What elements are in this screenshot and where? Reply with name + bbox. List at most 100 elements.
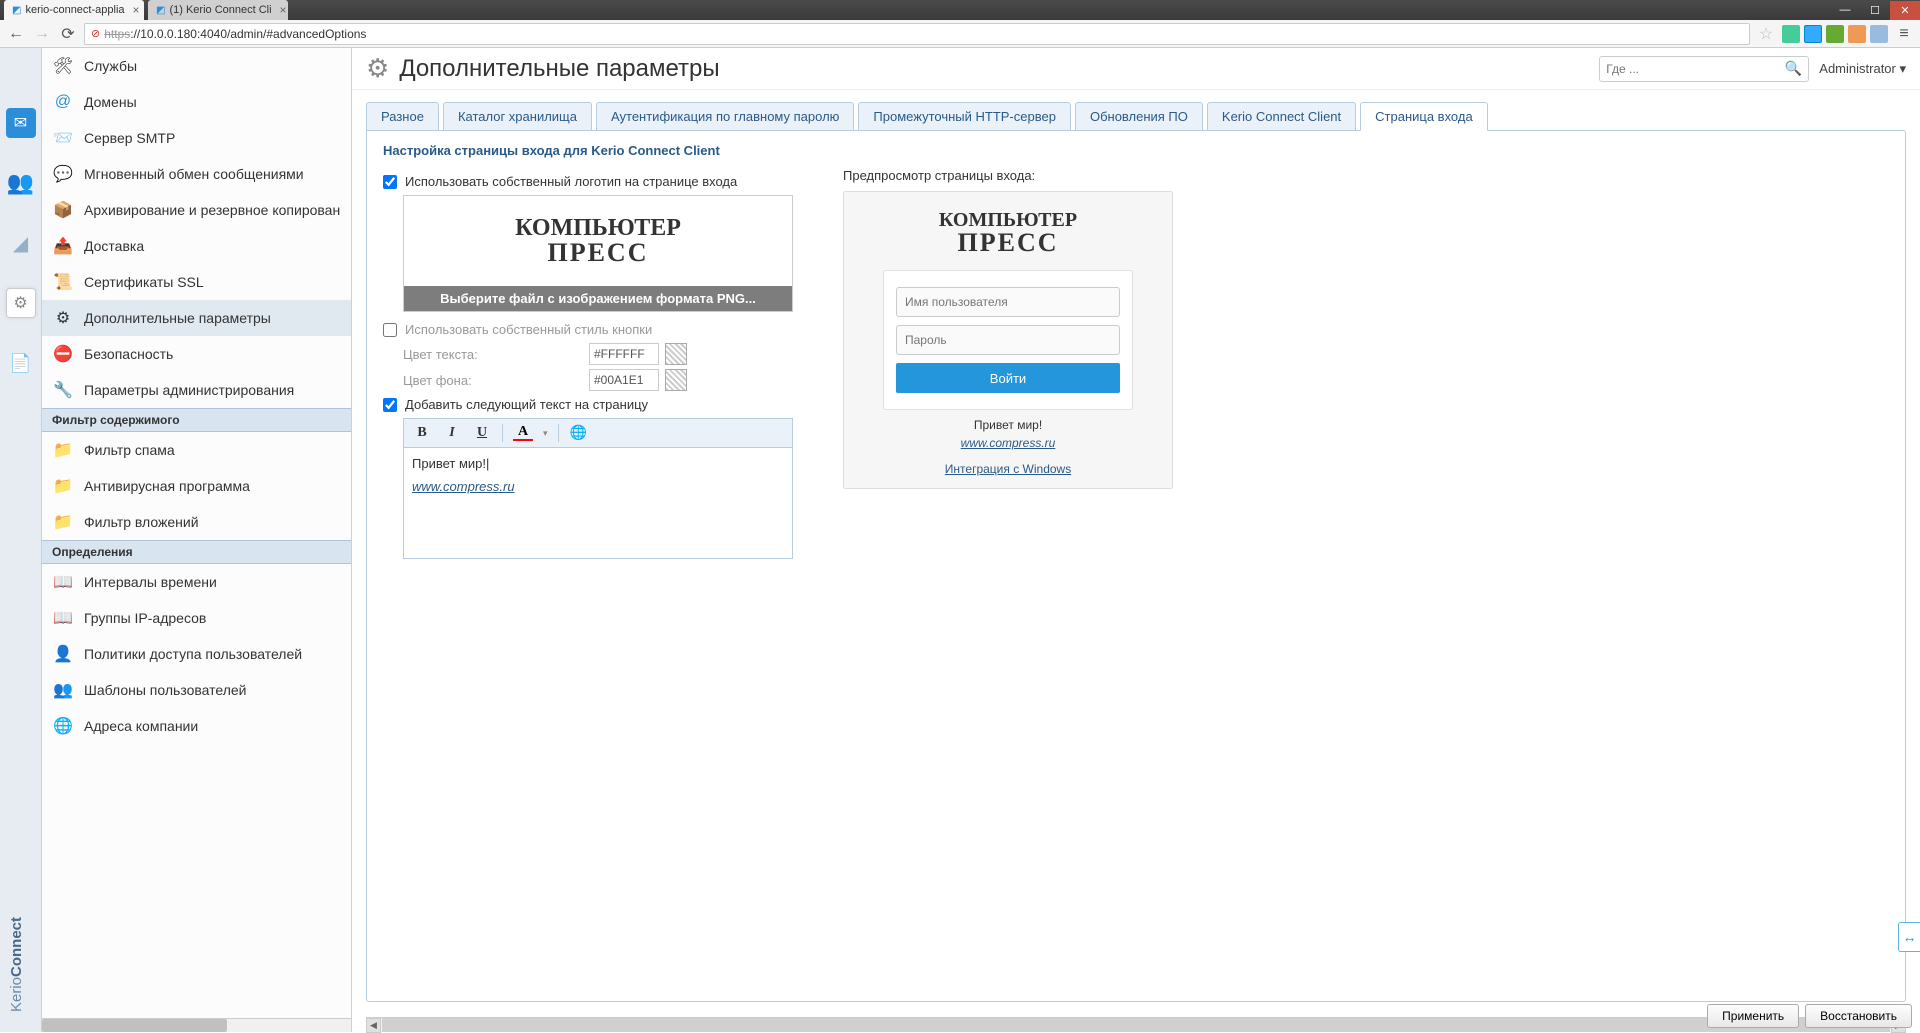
label-add-text: Добавить следующий текст на страницу <box>405 397 648 412</box>
spam-icon: 📁 <box>52 440 74 460</box>
sidebar-item-advanced[interactable]: ⚙Дополнительные параметры <box>42 300 351 336</box>
preview-link: www.compress.ru <box>844 436 1172 450</box>
extension-icon[interactable] <box>1782 25 1800 43</box>
preview-logo: КОМПЬЮТЕРПРЕСС <box>844 210 1172 256</box>
tab-storage[interactable]: Каталог хранилища <box>443 102 592 131</box>
sidebar-item-time[interactable]: 📖Интервалы времени <box>42 564 351 600</box>
horizontal-scrollbar[interactable]: ◀ ▶ <box>366 1017 1906 1032</box>
gear-icon: ⚙ <box>52 308 74 328</box>
url-input[interactable]: ⊘ https://10.0.0.180:4040/admin/#advance… <box>84 23 1750 45</box>
note-icon[interactable]: 📄 <box>6 348 36 378</box>
teamviewer-icon[interactable]: ↔ <box>1898 922 1920 952</box>
gear-icon: ⚙ <box>366 53 389 84</box>
extension-icon[interactable] <box>1848 25 1866 43</box>
preview-login-form: Войти <box>883 270 1133 410</box>
text-color-input[interactable] <box>589 343 659 365</box>
tab-misc[interactable]: Разное <box>366 102 439 131</box>
sidebar-item-attachment[interactable]: 📁Фильтр вложений <box>42 504 351 540</box>
label-use-logo: Использовать собственный логотип на стра… <box>405 174 737 189</box>
extension-icon[interactable] <box>1804 25 1822 43</box>
sidebar-item-domains[interactable]: @Домены <box>42 84 351 120</box>
tab-updates[interactable]: Обновления ПО <box>1075 102 1203 131</box>
tab-client[interactable]: Kerio Connect Client <box>1207 102 1356 131</box>
sidebar-item-archive[interactable]: 📦Архивирование и резервное копирован <box>42 192 351 228</box>
tab-auth[interactable]: Аутентификация по главному паролю <box>596 102 854 131</box>
preview-card: КОМПЬЮТЕРПРЕСС Войти Привет мир! www.com… <box>843 191 1173 489</box>
sidebar-item-ssl[interactable]: 📜Сертификаты SSL <box>42 264 351 300</box>
mail-icon[interactable]: ✉ <box>6 108 36 138</box>
text-color-button[interactable]: A <box>513 425 533 441</box>
panel: Настройка страницы входа для Kerio Conne… <box>366 130 1906 1002</box>
dropdown-icon[interactable]: ▾ <box>543 428 548 439</box>
tab-http[interactable]: Промежуточный HTTP-сервер <box>858 102 1071 131</box>
sidebar-item-delivery[interactable]: 📤Доставка <box>42 228 351 264</box>
close-button[interactable]: ✕ <box>1890 1 1920 20</box>
stats-icon[interactable]: ◢ <box>6 228 36 258</box>
search-icon[interactable]: 🔍 <box>1785 60 1802 77</box>
preview-greeting: Привет мир! <box>844 418 1172 432</box>
smtp-icon: 📨 <box>52 128 74 148</box>
browser-tab[interactable]: ◩ (1) Kerio Connect Cli × <box>148 0 288 20</box>
sidebar-item-company[interactable]: 🌐Адреса компании <box>42 708 351 744</box>
tabs: Разное Каталог хранилища Аутентификация … <box>352 90 1920 131</box>
tab-login[interactable]: Страница входа <box>1360 102 1488 131</box>
bg-color-input[interactable] <box>589 369 659 391</box>
checkbox-add-text[interactable] <box>383 398 397 412</box>
editor-content[interactable]: Привет мир! www.compress.ru <box>404 448 792 558</box>
italic-button[interactable]: I <box>442 423 462 443</box>
checkbox-use-style[interactable] <box>383 323 397 337</box>
checkbox-use-logo[interactable] <box>383 175 397 189</box>
apply-button[interactable]: Применить <box>1707 1004 1799 1028</box>
attachment-icon: 📁 <box>52 512 74 532</box>
restore-button[interactable]: Восстановить <box>1805 1004 1912 1028</box>
sidebar-scrollbar[interactable] <box>42 1018 351 1032</box>
menu-icon[interactable]: ≡ <box>1894 24 1914 44</box>
search-input[interactable] <box>1606 62 1785 76</box>
scroll-left-icon[interactable]: ◀ <box>366 1018 381 1033</box>
page-title: Дополнительные параметры <box>399 55 1589 83</box>
sidebar-item-admin[interactable]: 🔧Параметры администрирования <box>42 372 351 408</box>
search-box[interactable]: 🔍 <box>1599 56 1809 82</box>
label-use-style: Использовать собственный стиль кнопки <box>405 322 652 337</box>
preview-username <box>896 287 1120 317</box>
select-file-button[interactable]: Выберите файл с изображением формата PNG… <box>404 286 792 311</box>
sidebar-item-antivirus[interactable]: 📁Антивирусная программа <box>42 468 351 504</box>
maximize-button[interactable]: ☐ <box>1860 1 1890 20</box>
admin-icon: 🔧 <box>52 380 74 400</box>
forward-button[interactable]: → <box>32 24 52 44</box>
sidebar-item-ipgroups[interactable]: 📖Группы IP-адресов <box>42 600 351 636</box>
user-menu[interactable]: Administrator ▾ <box>1819 61 1906 77</box>
close-icon[interactable]: × <box>133 3 140 17</box>
minimize-button[interactable]: — <box>1830 1 1860 20</box>
extension-icon[interactable] <box>1826 25 1844 43</box>
sidebar-item-im[interactable]: 💬Мгновенный обмен сообщениями <box>42 156 351 192</box>
scroll-thumb[interactable] <box>382 1018 1890 1032</box>
close-icon[interactable]: × <box>280 3 287 17</box>
color-picker-button[interactable] <box>665 369 687 391</box>
sidebar-item-templates[interactable]: 👥Шаблоны пользователей <box>42 672 351 708</box>
preview-integration: Интеграция с Windows <box>844 462 1172 476</box>
browser-tab[interactable]: ◩ kerio-connect-applia × <box>4 0 144 20</box>
tab-favicon: ◩ <box>156 5 165 16</box>
archive-icon: 📦 <box>52 200 74 220</box>
sidebar-item-services[interactable]: 🛠Службы <box>42 48 351 84</box>
sidebar-item-smtp[interactable]: 📨Сервер SMTP <box>42 120 351 156</box>
extension-icon[interactable] <box>1870 25 1888 43</box>
link-button[interactable]: 🌐 <box>569 423 589 443</box>
preview-title: Предпросмотр страницы входа: <box>843 168 1173 183</box>
bookmark-icon[interactable]: ☆ <box>1756 24 1776 44</box>
underline-button[interactable]: U <box>472 423 492 443</box>
gear-icon[interactable]: ⚙ <box>6 288 36 318</box>
ip-icon: 📖 <box>52 608 74 628</box>
sidebar-item-spam[interactable]: 📁Фильтр спама <box>42 432 351 468</box>
time-icon: 📖 <box>52 572 74 592</box>
editor-link[interactable]: www.compress.ru <box>412 479 784 494</box>
reload-button[interactable]: ⟳ <box>58 24 78 44</box>
services-icon: 🛠 <box>52 56 74 76</box>
sidebar-item-policies[interactable]: 👤Политики доступа пользователей <box>42 636 351 672</box>
back-button[interactable]: ← <box>6 24 26 44</box>
color-picker-button[interactable] <box>665 343 687 365</box>
sidebar-item-security[interactable]: ⛔Безопасность <box>42 336 351 372</box>
bold-button[interactable]: B <box>412 423 432 443</box>
users-icon[interactable]: 👥 <box>6 168 36 198</box>
